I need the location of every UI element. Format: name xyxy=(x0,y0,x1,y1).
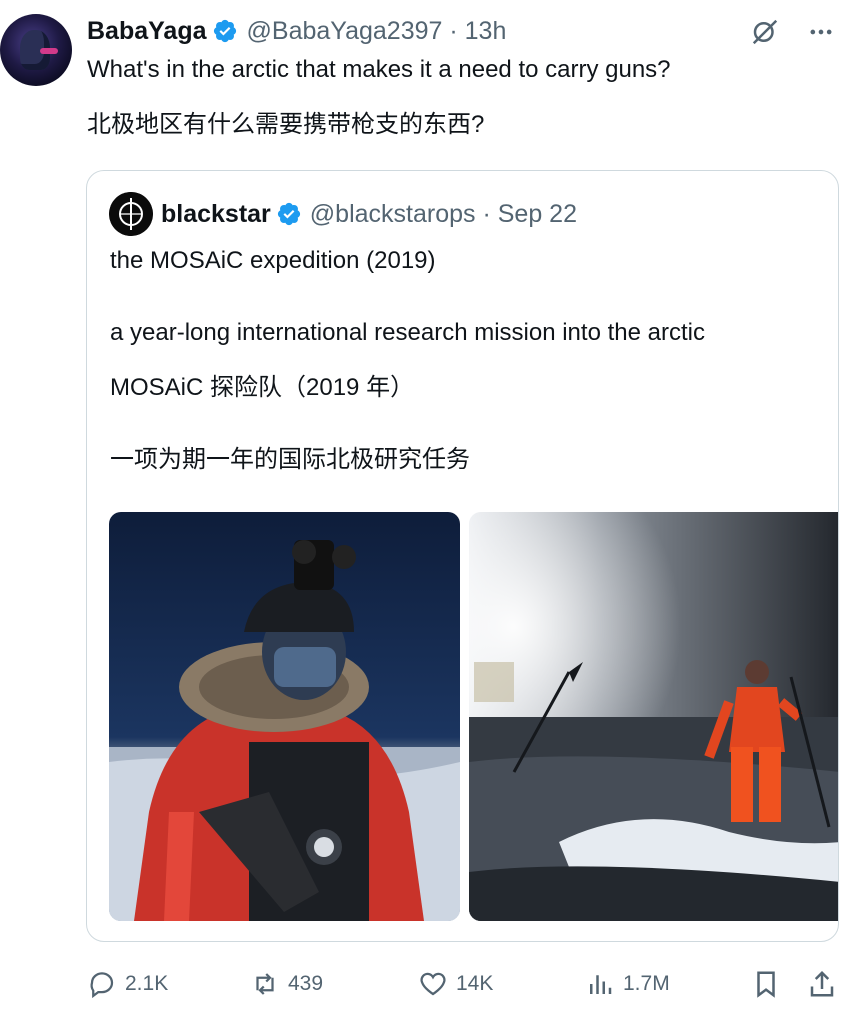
bookmark-icon xyxy=(757,971,775,998)
tweet-header: BabaYaga @BabaYaga2397 · 13h xyxy=(87,16,506,46)
quoted-tweet[interactable]: blackstar @blackstarops · Sep 22 the MOS… xyxy=(86,170,839,942)
grok-icon[interactable] xyxy=(749,16,781,48)
more-options-icon[interactable] xyxy=(805,16,837,48)
heart-icon xyxy=(420,972,446,996)
bookmark-button[interactable] xyxy=(751,962,789,1006)
quoted-image-2[interactable] xyxy=(469,512,838,921)
reply-count: 2.1K xyxy=(125,972,169,995)
repost-button[interactable]: 439 xyxy=(250,962,323,1006)
tweet-text-en: What's in the arctic that makes it a nee… xyxy=(87,56,671,83)
quoted-text-line2: a year-long international research missi… xyxy=(110,319,705,346)
quoted-header: blackstar @blackstarops · Sep 22 xyxy=(161,197,577,231)
quoted-author-name[interactable]: blackstar xyxy=(161,200,271,229)
quoted-verified-badge-icon xyxy=(277,202,300,226)
tweet-text-zh: 北极地区有什么需要携带枪支的东西? xyxy=(87,111,485,138)
quoted-handle-time[interactable]: @blackstarops · Sep 22 xyxy=(310,200,577,229)
tweet-actions: 2.1K 439 14K 1.7M xyxy=(87,962,847,1006)
avatar-glow xyxy=(40,48,58,54)
quoted-text-line1: the MOSAiC expedition (2019) xyxy=(110,247,436,274)
quoted-image-1[interactable] xyxy=(109,512,460,921)
repost-count: 439 xyxy=(288,972,324,995)
share-icon xyxy=(810,970,834,997)
quoted-text-line3: MOSAiC 探险队（2019 年） xyxy=(110,374,415,401)
views-button[interactable]: 1.7M xyxy=(585,962,670,1006)
quoted-author-avatar[interactable] xyxy=(109,192,153,236)
header-actions xyxy=(749,16,837,48)
verified-badge-icon xyxy=(213,19,236,43)
reply-icon xyxy=(90,972,114,999)
repost-icon xyxy=(256,973,274,995)
reply-button[interactable]: 2.1K xyxy=(87,962,168,1006)
view-count: 1.7M xyxy=(623,972,670,995)
author-handle-time[interactable]: @BabaYaga2397 · 13h xyxy=(247,17,507,46)
like-count: 14K xyxy=(456,972,494,995)
share-button[interactable] xyxy=(807,962,845,1006)
author-name[interactable]: BabaYaga xyxy=(87,17,207,46)
author-avatar[interactable] xyxy=(0,14,72,86)
like-button[interactable]: 14K xyxy=(418,962,493,1006)
quoted-text-line4: 一项为期一年的国际北极研究任务 xyxy=(110,446,470,473)
views-chart-icon xyxy=(590,975,612,994)
